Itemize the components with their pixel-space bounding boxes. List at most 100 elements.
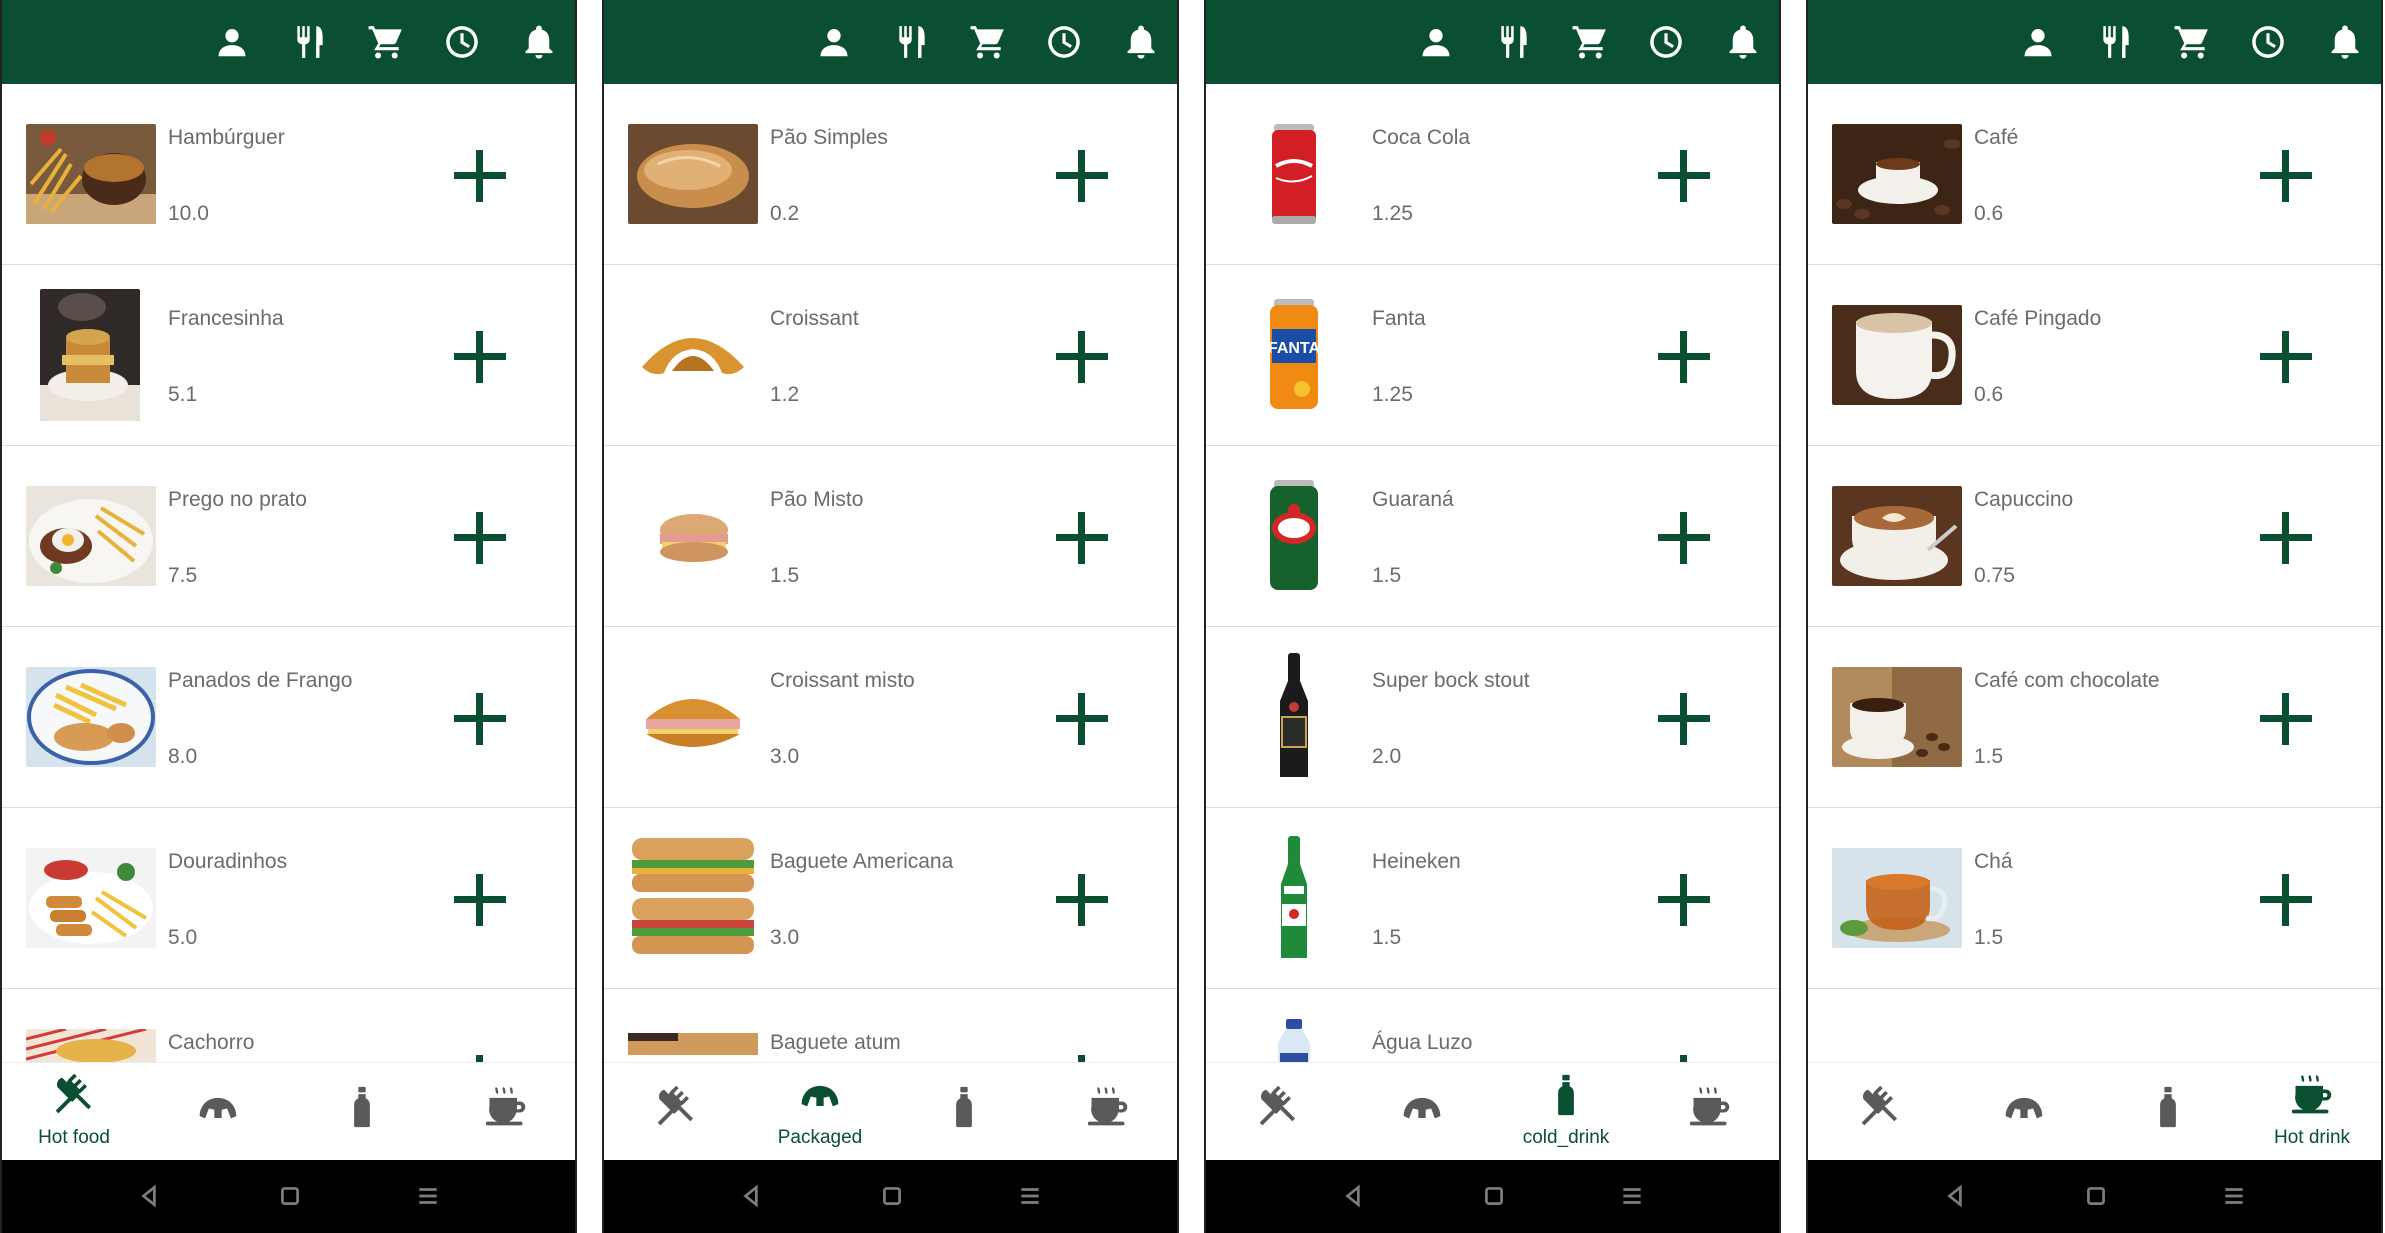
list-item[interactable]: Panados de Frango 8.0 [2,627,575,808]
list-item[interactable]: Heineken 1.5 [1206,808,1779,989]
cart-icon[interactable] [364,20,408,64]
list-item[interactable]: Café Pingado 0.6 [1808,265,2381,446]
list-item[interactable]: Prego no prato 7.5 [2,446,575,627]
clock-icon[interactable] [440,20,484,64]
list-item[interactable]: Baguete atum [604,989,1177,1062]
person-icon[interactable] [812,20,856,64]
add-button[interactable] [2258,691,2314,747]
menu-icon[interactable] [1012,1178,1048,1214]
nav-tab-hot-food[interactable] [1206,1063,1350,1161]
person-icon[interactable] [210,20,254,64]
add-button[interactable] [452,872,508,928]
menu-icon[interactable] [2216,1178,2252,1214]
add-button[interactable] [452,691,508,747]
add-button[interactable] [1656,329,1712,385]
person-icon[interactable] [2016,20,2060,64]
nav-tab-cold-drink[interactable] [290,1063,434,1161]
bell-icon[interactable] [2323,20,2367,64]
clock-icon[interactable] [1644,20,1688,64]
list-item[interactable]: Pão Misto 1.5 [604,446,1177,627]
nav-tab-hot-drink[interactable]: Hot drink [2240,1063,2381,1161]
list-item[interactable]: Café 0.6 [1808,84,2381,265]
nav-tab-packaged[interactable] [1350,1063,1494,1161]
product-image [1832,848,1962,948]
list-item[interactable]: Hambúrguer 10.0 [2,84,575,265]
menu-icon[interactable] [410,1178,446,1214]
back-icon[interactable] [1336,1178,1372,1214]
list-item[interactable]: Super bock stout 2.0 [1206,627,1779,808]
home-icon[interactable] [272,1178,308,1214]
list-item[interactable]: Baguete Americana 3.0 [604,808,1177,989]
cart-icon[interactable] [966,20,1010,64]
restaurant-icon[interactable] [890,20,934,64]
bell-icon[interactable] [517,20,561,64]
add-button[interactable] [1054,148,1110,204]
back-icon[interactable] [734,1178,770,1214]
restaurant-icon[interactable] [2094,20,2138,64]
list-item[interactable]: Coca Cola 1.25 [1206,84,1779,265]
list-item[interactable]: Douradinhos 5.0 [2,808,575,989]
home-icon[interactable] [2078,1178,2114,1214]
add-button[interactable] [1656,1053,1712,1062]
product-name: Prego no prato [168,488,307,511]
clock-icon[interactable] [1042,20,1086,64]
add-button[interactable] [1054,510,1110,566]
add-button[interactable] [1656,691,1712,747]
list-item[interactable]: Francesinha 5.1 [2,265,575,446]
add-button[interactable] [452,148,508,204]
nav-tab-cold-drink[interactable]: cold_drink [1494,1063,1638,1161]
nav-tab-cold-drink[interactable] [2096,1063,2240,1161]
bottle-icon [2146,1085,2190,1129]
restaurant-icon[interactable] [288,20,332,64]
add-button[interactable] [1656,510,1712,566]
nav-tab-hot-drink[interactable] [1638,1063,1779,1161]
list-item[interactable]: Guaraná 1.5 [1206,446,1779,627]
add-button[interactable] [1656,148,1712,204]
back-icon[interactable] [1938,1178,1974,1214]
add-button[interactable] [1054,872,1110,928]
list-item[interactable]: Cachorro [2,989,575,1062]
add-button[interactable] [1054,329,1110,385]
cart-icon[interactable] [2170,20,2214,64]
nav-tab-packaged[interactable] [1952,1063,2096,1161]
person-icon[interactable] [1414,20,1458,64]
list-item[interactable]: Pão Simples 0.2 [604,84,1177,265]
list-item[interactable]: Chá 1.5 [1808,808,2381,989]
add-button[interactable] [1054,691,1110,747]
add-button[interactable] [2258,148,2314,204]
nav-tab-packaged[interactable] [146,1063,290,1161]
add-button[interactable] [2258,510,2314,566]
list-item[interactable]: Água Luzo [1206,989,1779,1062]
nav-tab-hot-food[interactable] [604,1063,748,1161]
coffee-cup-icon [2290,1073,2334,1117]
add-button[interactable] [2258,329,2314,385]
add-button[interactable] [1054,1053,1110,1062]
list-item[interactable]: Croissant 1.2 [604,265,1177,446]
list-item[interactable]: Croissant misto 3.0 [604,627,1177,808]
bell-icon[interactable] [1721,20,1765,64]
clock-icon[interactable] [2246,20,2290,64]
product-name: Pão Simples [770,126,888,149]
add-button[interactable] [452,329,508,385]
add-button[interactable] [452,510,508,566]
menu-icon[interactable] [1614,1178,1650,1214]
home-icon[interactable] [874,1178,910,1214]
add-button[interactable] [1656,872,1712,928]
nav-tab-hot-food[interactable]: Hot food [2,1063,146,1161]
restaurant-icon[interactable] [1492,20,1536,64]
bell-icon[interactable] [1119,20,1163,64]
back-icon[interactable] [132,1178,168,1214]
nav-tab-packaged[interactable]: Packaged [748,1063,892,1161]
list-item[interactable]: Café com chocolate 1.5 [1808,627,2381,808]
nav-tab-hot-drink[interactable] [1036,1063,1177,1161]
nav-tab-hot-drink[interactable] [434,1063,575,1161]
nav-tab-hot-food[interactable] [1808,1063,1952,1161]
list-item[interactable]: FANTA Fanta 1.25 [1206,265,1779,446]
add-button[interactable] [2258,872,2314,928]
top-app-bar [2,0,575,84]
list-item[interactable]: Capuccino 0.75 [1808,446,2381,627]
cart-icon[interactable] [1568,20,1612,64]
nav-tab-cold-drink[interactable] [892,1063,1036,1161]
home-icon[interactable] [1476,1178,1512,1214]
add-button[interactable] [452,1053,508,1062]
